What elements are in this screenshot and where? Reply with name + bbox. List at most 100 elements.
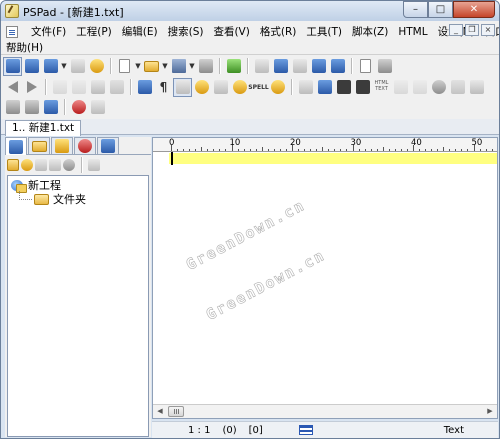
mdi-restore-button[interactable]: ❐ bbox=[465, 24, 479, 36]
color-table-button[interactable] bbox=[334, 78, 353, 97]
redo-button[interactable] bbox=[22, 78, 41, 97]
new-folder-icon[interactable] bbox=[7, 159, 19, 171]
macro-button[interactable] bbox=[296, 78, 315, 97]
settings-button[interactable] bbox=[87, 57, 106, 76]
toolbar-row-3 bbox=[3, 97, 107, 117]
open-file-dropdown[interactable]: ▼ bbox=[161, 57, 169, 76]
code-explorer-button[interactable] bbox=[328, 57, 347, 76]
hex-button[interactable] bbox=[211, 78, 230, 97]
left-panel-tabs bbox=[5, 137, 151, 155]
project-button[interactable] bbox=[3, 56, 22, 76]
save-file-button[interactable] bbox=[169, 57, 188, 76]
stop-macro-button[interactable] bbox=[22, 98, 41, 117]
spell-check-button[interactable]: SPELL bbox=[248, 78, 268, 97]
pin-icon bbox=[270, 80, 285, 94]
tree-item-folder[interactable]: 文件夹 bbox=[34, 192, 86, 206]
text-editor[interactable]: 0 10 20 30 40 50 GreenDown.cn GreenDown.cn ◀ … bbox=[152, 137, 498, 419]
scroll-left-icon[interactable]: ◀ bbox=[153, 405, 167, 418]
ruler-tick bbox=[382, 147, 384, 151]
minimize-button[interactable]: – bbox=[403, 1, 428, 18]
ruler-tick bbox=[340, 149, 342, 151]
ruler-tick bbox=[431, 149, 433, 151]
pspad-app-icon[interactable] bbox=[5, 4, 19, 18]
compare-button[interactable] bbox=[224, 57, 243, 76]
menu-bar: 文件(F) 工程(P) 编辑(E) 搜索(S) 查看(V) 格式(R) 工具(T… bbox=[1, 21, 499, 55]
find-button[interactable] bbox=[252, 57, 271, 76]
menu-help[interactable]: 帮助(H) bbox=[1, 40, 48, 55]
ruler-tick bbox=[237, 149, 239, 151]
undo-button[interactable] bbox=[3, 78, 22, 97]
find-in-files-button[interactable] bbox=[290, 57, 309, 76]
separator bbox=[110, 58, 111, 74]
column-select-button[interactable] bbox=[173, 77, 192, 97]
bookmark-button[interactable] bbox=[309, 57, 328, 76]
tools-icon[interactable] bbox=[88, 159, 100, 171]
menu-edit[interactable]: 编辑(E) bbox=[117, 24, 163, 39]
new-file-dropdown[interactable]: ▼ bbox=[134, 57, 142, 76]
compile-button[interactable] bbox=[467, 78, 486, 97]
cut-button[interactable] bbox=[50, 78, 69, 97]
save-project-button[interactable] bbox=[41, 57, 60, 76]
ctag-button[interactable] bbox=[391, 78, 410, 97]
record-macro-button[interactable] bbox=[3, 98, 22, 117]
find-replace-button[interactable] bbox=[271, 57, 290, 76]
menu-document-icon-item[interactable] bbox=[1, 25, 26, 38]
copy-button[interactable] bbox=[69, 78, 88, 97]
delete-button[interactable] bbox=[107, 78, 126, 97]
menu-search[interactable]: 搜索(S) bbox=[163, 24, 209, 39]
open-file-button[interactable] bbox=[142, 57, 161, 76]
tape-button[interactable] bbox=[88, 98, 107, 117]
menu-script[interactable]: 脚本(Z) bbox=[347, 24, 393, 39]
readonly-button[interactable] bbox=[230, 78, 249, 97]
open-project-button[interactable] bbox=[22, 57, 41, 76]
menu-view[interactable]: 查看(V) bbox=[208, 24, 254, 39]
scroll-thumb[interactable] bbox=[168, 406, 184, 417]
tab-document-1[interactable]: 1.. 新建1.txt bbox=[5, 120, 82, 136]
ruler-tick bbox=[285, 149, 287, 151]
tab-project[interactable] bbox=[5, 137, 27, 155]
close-button[interactable]: ✕ bbox=[453, 1, 495, 18]
highlighter-mode[interactable]: Text bbox=[438, 425, 470, 436]
remove-icon[interactable] bbox=[49, 159, 61, 171]
colors-button[interactable] bbox=[192, 78, 211, 97]
horizontal-scrollbar[interactable]: ◀ ▶ bbox=[153, 404, 497, 418]
breakpoint-button[interactable] bbox=[69, 98, 88, 117]
save-project-dropdown[interactable]: ▼ bbox=[60, 57, 68, 76]
pin-button[interactable] bbox=[268, 78, 287, 97]
menu-format[interactable]: 格式(R) bbox=[255, 24, 302, 39]
add-folder-icon[interactable] bbox=[21, 159, 33, 171]
maximize-button[interactable]: □ bbox=[428, 1, 453, 18]
tab-clips[interactable] bbox=[97, 137, 119, 154]
mdi-close-button[interactable]: × bbox=[481, 24, 495, 36]
ruler-tick bbox=[328, 149, 330, 151]
add-file-icon[interactable] bbox=[35, 159, 47, 171]
menu-project[interactable]: 工程(P) bbox=[71, 24, 117, 39]
word-wrap-button[interactable] bbox=[135, 78, 154, 97]
new-file-button[interactable] bbox=[115, 57, 134, 76]
scroll-right-icon[interactable]: ▶ bbox=[483, 405, 497, 418]
print-button[interactable] bbox=[375, 57, 394, 76]
save-file-dropdown[interactable]: ▼ bbox=[188, 57, 196, 76]
menu-tools[interactable]: 工具(T) bbox=[301, 24, 347, 39]
tag-close-button[interactable] bbox=[410, 78, 429, 97]
html-text-button[interactable]: HTML TEXT bbox=[372, 78, 391, 97]
tab-files[interactable] bbox=[28, 137, 50, 154]
circle-button[interactable] bbox=[429, 78, 448, 97]
line-ending-icon[interactable] bbox=[298, 425, 313, 435]
menu-file[interactable]: 文件(F) bbox=[26, 24, 71, 39]
menu-html[interactable]: HTML bbox=[393, 26, 432, 38]
tag-button[interactable] bbox=[353, 78, 372, 97]
paste-button[interactable] bbox=[88, 78, 107, 97]
html-button[interactable] bbox=[315, 78, 334, 97]
log-button[interactable] bbox=[68, 57, 87, 76]
tree-item-project[interactable]: 新工程 bbox=[11, 178, 61, 193]
preview-button[interactable] bbox=[356, 57, 375, 76]
tab-favorites[interactable] bbox=[74, 137, 96, 154]
tab-ftp[interactable] bbox=[51, 137, 73, 154]
save-all-button[interactable] bbox=[196, 57, 215, 76]
show-invisible-button[interactable]: ¶ bbox=[154, 78, 173, 97]
window-button[interactable] bbox=[41, 98, 60, 117]
refresh-icon[interactable] bbox=[63, 159, 75, 171]
send-button[interactable] bbox=[448, 78, 467, 97]
mdi-minimize-button[interactable]: _ bbox=[449, 24, 463, 36]
